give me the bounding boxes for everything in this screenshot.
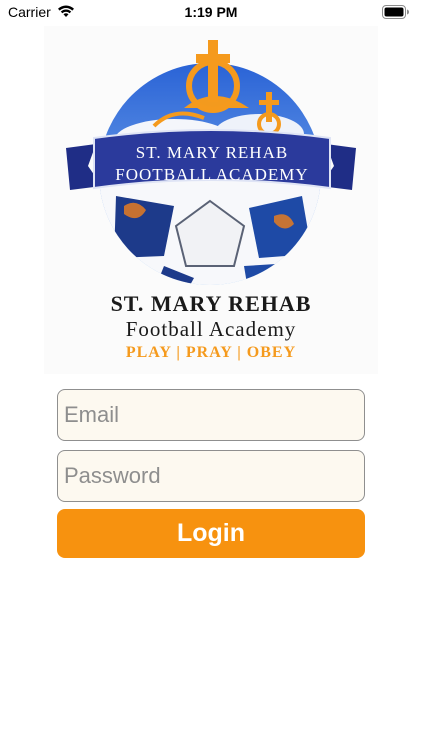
- academy-motto: PLAY | PRAY | OBEY: [125, 344, 297, 361]
- logo-emblem-icon: ST. MARY REHAB FOOTBALL ACADEMY: [66, 40, 356, 285]
- academy-logo: ST. MARY REHAB FOOTBALL ACADEMY ST. MARY…: [44, 26, 378, 374]
- battery-icon: [382, 5, 410, 24]
- banner-line1: ST. MARY REHAB: [136, 143, 288, 162]
- email-field[interactable]: [57, 389, 365, 441]
- status-bar: Carrier 1:19 PM: [0, 0, 422, 26]
- banner-line2: FOOTBALL ACADEMY: [115, 165, 308, 184]
- academy-subtitle: Football Academy: [125, 317, 297, 341]
- password-field[interactable]: [57, 450, 365, 502]
- academy-title: ST. MARY REHAB: [110, 291, 312, 316]
- login-button[interactable]: Login: [57, 509, 365, 558]
- status-time: 1:19 PM: [184, 4, 238, 20]
